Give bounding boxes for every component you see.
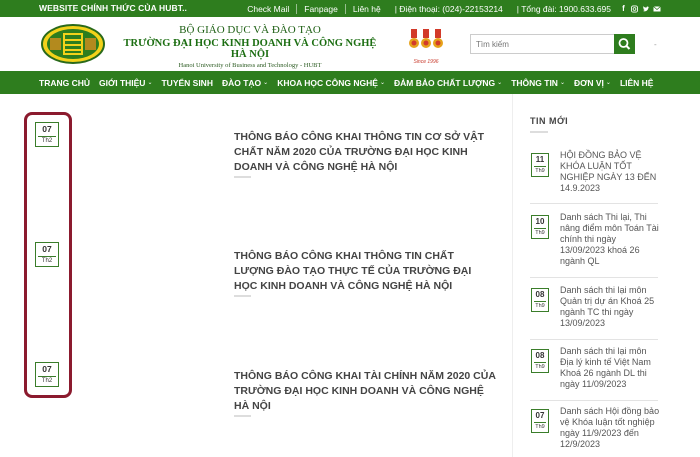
news-date-badge: 07 Th9 — [531, 409, 549, 433]
news-link[interactable]: Danh sách Hội đồng bảo vệ Khóa luận tốt … — [560, 406, 660, 450]
search-icon — [618, 38, 631, 50]
site-label: WEBSITE CHÍNH THỨC CỦA HUBT.. — [39, 3, 187, 13]
chevron-down-icon: ⌄ — [559, 80, 565, 86]
post-title[interactable]: THÔNG BÁO CÔNG KHAI THÔNG TIN CHẤT LƯỢNG… — [234, 249, 496, 294]
main-nav: TRANG CHỦ GIỚI THIỆU ⌄ TUYỂN SINH ĐÀO TẠO… — [0, 71, 700, 94]
news-link[interactable]: Danh sách Thi lại, Thi nâng điểm môn Toá… — [560, 212, 660, 267]
contact-link[interactable]: Liên hệ — [346, 4, 388, 14]
chevron-down-icon: ⌄ — [497, 80, 503, 86]
nav-item-quality[interactable]: ĐẢM BẢO CHẤT LƯỢNG ⌄ — [394, 78, 502, 88]
check-mail-link[interactable]: Check Mail — [240, 3, 298, 14]
nav-item-about[interactable]: GIỚI THIỆU ⌄ — [99, 78, 152, 88]
university-name-en: Hanoi University of Business and Technol… — [178, 62, 322, 69]
news-date-badge: 08 Th9 — [531, 288, 549, 312]
nav-item-admissions[interactable]: TUYỂN SINH — [161, 78, 212, 88]
top-links: Check Mail Fanpage Liên hệ | Điện thoại:… — [240, 0, 700, 17]
phone-text: | Điện thoại: (024)-22153214 — [394, 3, 503, 14]
date-column-highlight — [24, 112, 72, 398]
nav-item-contact[interactable]: LIÊN HỆ — [620, 78, 654, 88]
nav-item-information[interactable]: THÔNG TIN ⌄ — [511, 78, 565, 88]
university-name: TRƯỜNG ĐẠI HỌC KINH DOANH VÀ CÔNG NGHỆ H… — [123, 38, 377, 60]
post-underline — [234, 415, 251, 417]
nav-item-training[interactable]: ĐÀO TẠO ⌄ — [222, 78, 268, 88]
news-date-badge: 08 Th9 — [531, 349, 549, 373]
news-link[interactable]: HỘI ĐỒNG BẢO VỆ KHÓA LUẬN TỐT NGHIỆP NGÀ… — [560, 150, 660, 194]
news-link[interactable]: Danh sách thi lại môn Địa lý kinh tế Việ… — [560, 346, 660, 390]
ministry-name: BỘ GIÁO DỤC VÀ ĐÀO TẠO — [179, 24, 321, 36]
column-divider — [512, 94, 513, 457]
news-date-badge: 10 Th9 — [531, 215, 549, 239]
post-title[interactable]: THÔNG BÁO CÔNG KHAI TÀI CHÍNH NĂM 2020 C… — [234, 369, 496, 414]
search-button[interactable] — [614, 34, 635, 54]
header: BỘ GIÁO DỤC VÀ ĐÀO TẠO TRƯỜNG ĐẠI HỌC KI… — [0, 17, 700, 71]
university-name-block: BỘ GIÁO DỤC VÀ ĐÀO TẠO TRƯỜNG ĐẠI HỌC KI… — [115, 24, 385, 69]
post-underline — [234, 295, 251, 297]
news-link[interactable]: Danh sách thi lại môn Quản trị dự án Kho… — [560, 285, 660, 329]
sidebar-divider — [530, 277, 658, 278]
hubt-logo[interactable] — [41, 24, 105, 64]
news-date-badge: 11 Th9 — [531, 153, 549, 177]
instagram-icon[interactable] — [631, 5, 638, 13]
sidebar-title: TIN MỚI — [530, 116, 569, 126]
medals-emblem: Since 1996 — [408, 27, 444, 65]
search-box — [470, 34, 635, 54]
chevron-down-icon: ⌄ — [263, 80, 269, 86]
sidebar-divider — [530, 203, 658, 204]
hotline-text: | Tổng đài: 1900.633.695 — [516, 3, 611, 14]
post-title[interactable]: THÔNG BÁO CÔNG KHAI THÔNG TIN CƠ SỞ VẬT … — [234, 130, 496, 175]
chevron-down-icon: ⌄ — [379, 80, 385, 86]
nav-item-units[interactable]: ĐƠN VỊ ⌄ — [574, 78, 611, 88]
nav-item-science[interactable]: KHOA HỌC CÔNG NGHỆ ⌄ — [277, 78, 385, 88]
social-icons: f — [620, 4, 661, 13]
sidebar-title-underline — [530, 131, 548, 133]
chevron-down-icon: ⌄ — [147, 80, 153, 86]
fanpage-link[interactable]: Fanpage — [297, 3, 346, 14]
search-input[interactable] — [471, 35, 615, 53]
twitter-icon[interactable] — [642, 5, 650, 13]
since-label: Since 1996 — [413, 59, 439, 65]
chevron-down-icon: ⌄ — [605, 80, 611, 86]
post-underline — [234, 176, 251, 178]
sidebar-divider — [530, 400, 658, 401]
header-dash: - — [654, 40, 657, 49]
facebook-icon[interactable]: f — [620, 4, 627, 13]
top-bar: WEBSITE CHÍNH THỨC CỦA HUBT.. Check Mail… — [0, 0, 700, 17]
nav-item-home[interactable]: TRANG CHỦ — [39, 78, 90, 88]
sidebar-divider — [530, 339, 658, 340]
email-icon[interactable] — [653, 5, 661, 13]
